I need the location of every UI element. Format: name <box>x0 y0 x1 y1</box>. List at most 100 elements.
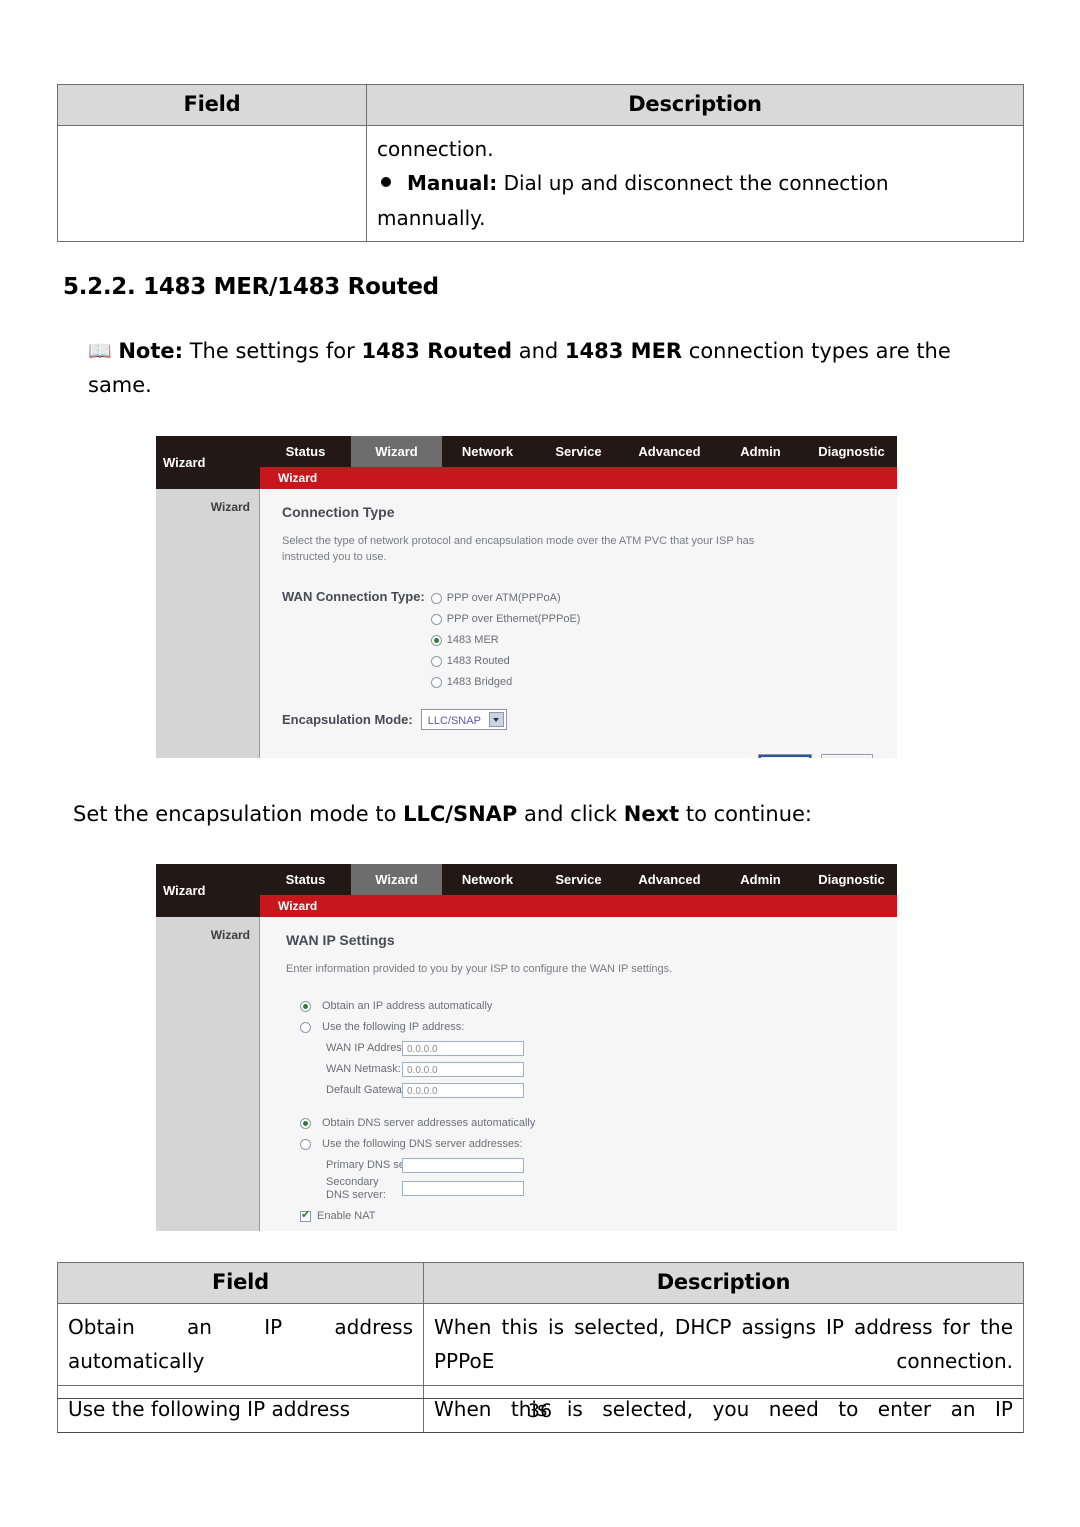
radio-icon[interactable] <box>300 1021 311 1033</box>
form-spacer <box>300 1101 881 1113</box>
encapsulation-mode-select[interactable]: LLC/SNAP <box>420 708 507 730</box>
panel-description: Enter information provided to you by you… <box>286 963 673 975</box>
description-line-3: mannually. <box>377 205 486 230</box>
footer-divider-top <box>57 1398 1023 1399</box>
encapsulation-mode-label: Encapsulation Mode: <box>282 712 413 728</box>
radio-option-1483-bridged[interactable]: 1483 Bridged <box>430 672 581 693</box>
radio-icon-selected[interactable] <box>300 1117 311 1129</box>
sub-nav-label[interactable]: Wizard <box>278 467 317 489</box>
radio-icon-selected[interactable] <box>430 634 442 646</box>
checkbox-icon-checked[interactable] <box>300 1209 311 1222</box>
radio-icon[interactable] <box>430 613 442 625</box>
radio-option-1483-routed[interactable]: 1483 Routed <box>430 651 581 672</box>
document-page: Field Description connection. Manual: Di… <box>0 0 1080 1527</box>
nav-tab-admin[interactable]: Admin <box>715 864 806 895</box>
chevron-down-icon[interactable] <box>488 711 504 727</box>
default-gateway-input[interactable]: 0.0.0.0 <box>402 1082 524 1098</box>
nav-tab-status[interactable]: Status <box>260 436 351 467</box>
sub-nav-red-strip: Wizard <box>260 895 897 917</box>
instruction-text-3: to continue: <box>679 802 813 826</box>
content-panel: WAN IP Settings Enter information provid… <box>260 917 897 1231</box>
wan-netmask-label: WAN Netmask: <box>326 1063 401 1076</box>
radio-option-1483-mer[interactable]: 1483 MER <box>430 630 581 651</box>
nav-tab-list: Status Wizard Network Service Advanced A… <box>260 436 897 467</box>
sub-nav-bar: Wizard <box>156 895 897 917</box>
instruction-paragraph: Set the encapsulation mode to LLC/SNAP a… <box>73 797 1003 831</box>
screenshot-body: Wizard Connection Type Select the type o… <box>156 489 897 758</box>
wan-connection-type-radio-group: PPP over ATM(PPPoA) PPP over Ethernet(PP… <box>430 588 581 693</box>
footer-divider-bottom <box>57 1432 1023 1433</box>
sidebar-item-wizard[interactable]: Wizard <box>156 917 259 942</box>
wizard-button-row: < Back Next > <box>282 753 881 758</box>
next-button[interactable]: Next > <box>820 753 873 758</box>
column-header-description: Description <box>423 1262 1024 1304</box>
wan-connection-type-row: WAN Connection Type: PPP over ATM(PPPoA)… <box>282 588 881 693</box>
checkbox-enable-nat[interactable]: Enable NAT <box>300 1206 881 1227</box>
wan-netmask-input[interactable]: 0.0.0.0 <box>402 1061 524 1077</box>
radio-icon[interactable] <box>430 655 442 667</box>
sidebar-item-wizard[interactable]: Wizard <box>156 489 259 514</box>
section-heading: 5.2.2. 1483 MER/1483 Routed <box>63 274 439 300</box>
radio-option-obtain-ip-auto[interactable]: Obtain an IP address automatically <box>300 996 881 1017</box>
field-description-table-top: Field Description connection. Manual: Di… <box>57 84 1024 243</box>
encapsulation-mode-row: Encapsulation Mode: LLC/SNAP <box>282 708 881 730</box>
radio-icon[interactable] <box>300 1138 311 1150</box>
nav-tab-admin[interactable]: Admin <box>715 436 806 467</box>
wan-connection-type-label: WAN Connection Type: <box>282 588 425 604</box>
cell-field <box>57 124 367 243</box>
radio-icon[interactable] <box>430 592 442 604</box>
primary-dns-input[interactable] <box>402 1157 524 1173</box>
ip-settings-form: Obtain an IP address automatically Use t… <box>300 996 881 1227</box>
radio-option-use-following-ip[interactable]: Use the following IP address: <box>300 1017 881 1038</box>
sub-nav-bar: Wizard <box>156 467 897 489</box>
nav-tab-diagnostic[interactable]: Diagnostic <box>806 436 897 467</box>
instruction-bold-2: Next <box>623 802 680 826</box>
sub-nav-label[interactable]: Wizard <box>278 895 317 917</box>
back-button[interactable]: < Back <box>757 753 812 758</box>
table-header-row: Field Description <box>57 1262 1024 1304</box>
primary-dns-label: Primary DNS server: <box>326 1159 427 1172</box>
nav-tab-network[interactable]: Network <box>442 864 533 895</box>
brand-label: Wizard <box>163 436 259 489</box>
note-text-1: The settings for <box>183 339 362 363</box>
instruction-text-1: Set the encapsulation mode to <box>73 802 404 826</box>
wan-ip-address-input[interactable]: 0.0.0.0 <box>402 1040 524 1056</box>
radio-option-pppoe[interactable]: PPP over Ethernet(PPPoE) <box>430 609 580 630</box>
wan-ip-address-label: WAN IP Address: <box>326 1042 411 1055</box>
table-header-row: Field Description <box>57 84 1024 126</box>
page-number: 36 <box>527 1400 553 1422</box>
sidebar: Wizard <box>156 489 260 758</box>
nav-tab-advanced[interactable]: Advanced <box>624 864 715 895</box>
radio-label: PPP over ATM(PPPoA) <box>446 592 561 605</box>
nav-tab-status[interactable]: Status <box>260 864 351 895</box>
radio-option-use-following-dns[interactable]: Use the following DNS server addresses: <box>300 1134 881 1155</box>
screenshot-body: Wizard WAN IP Settings Enter information… <box>156 917 897 1231</box>
radio-icon-selected[interactable] <box>300 1000 311 1012</box>
note-bold-2: 1483 MER <box>564 339 683 363</box>
nav-tab-wizard[interactable]: Wizard <box>351 436 442 467</box>
nav-tab-wizard[interactable]: Wizard <box>351 864 442 895</box>
radio-option-pppoa[interactable]: PPP over ATM(PPPoA) <box>430 588 581 609</box>
instruction-bold-1: LLC/SNAP <box>403 802 518 826</box>
secondary-dns-input[interactable] <box>402 1180 524 1196</box>
content-panel: Connection Type Select the type of netwo… <box>260 489 897 758</box>
nav-tab-service[interactable]: Service <box>533 864 624 895</box>
radio-option-obtain-dns-auto[interactable]: Obtain DNS server addresses automaticall… <box>300 1113 881 1134</box>
description-line-1: connection. <box>377 137 494 161</box>
default-gateway-row: Default Gateway: 0.0.0.0 <box>300 1080 881 1101</box>
radio-label: 1483 Bridged <box>446 676 513 689</box>
radio-label: Obtain an IP address automatically <box>322 1000 493 1013</box>
secondary-dns-label: Secondary DNS server: <box>326 1175 386 1201</box>
checkbox-label: Enable NAT <box>317 1210 376 1223</box>
note-text-2: and <box>512 339 565 363</box>
nav-tab-service[interactable]: Service <box>533 436 624 467</box>
router-ui-screenshot-wan-ip-settings: Wizard Status Wizard Network Service Adv… <box>156 864 897 1231</box>
radio-icon[interactable] <box>430 676 442 688</box>
nav-tab-diagnostic[interactable]: Diagnostic <box>806 864 897 895</box>
sub-nav-red-strip: Wizard <box>260 467 897 489</box>
wan-ip-address-row: WAN IP Address: 0.0.0.0 <box>300 1038 881 1059</box>
encapsulation-mode-value: LLC/SNAP <box>427 714 481 727</box>
nav-tab-advanced[interactable]: Advanced <box>624 436 715 467</box>
nav-tab-network[interactable]: Network <box>442 436 533 467</box>
cell-description: connection. Manual: Dial up and disconne… <box>366 124 1024 243</box>
